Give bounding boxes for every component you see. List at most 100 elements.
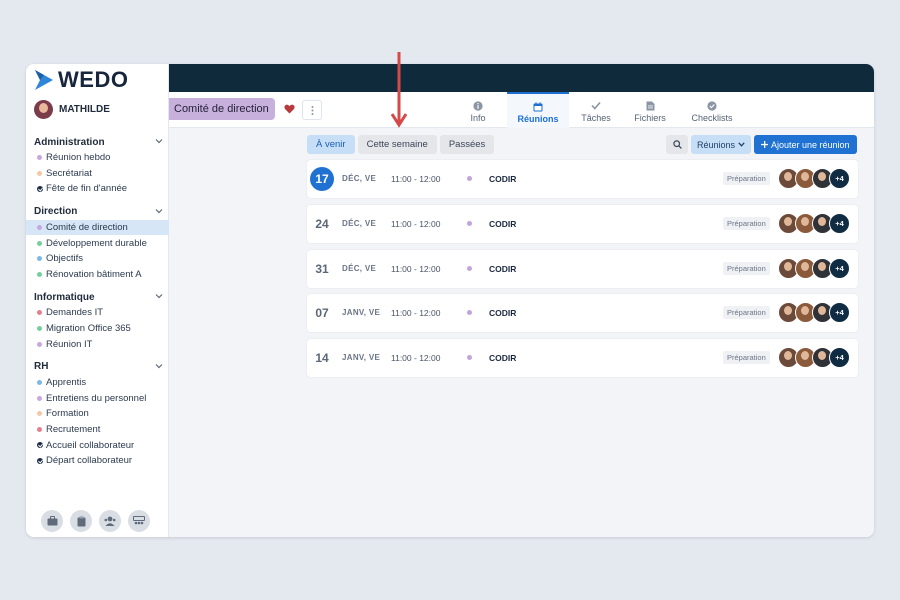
sidebar-item[interactable]: Réunion IT: [26, 336, 169, 352]
workspace-header: Comité de direction Info Réunions Tâches…: [169, 92, 874, 128]
avatar: [34, 99, 53, 119]
tab-fichiers[interactable]: Fichiers: [623, 92, 677, 128]
attendee-avatars[interactable]: +4: [778, 302, 850, 324]
sidebar-group-header[interactable]: RH: [26, 359, 169, 375]
chevron-down-icon[interactable]: [155, 362, 163, 370]
more-attendees-badge: +4: [829, 168, 850, 189]
add-meeting-button[interactable]: Ajouter une réunion: [754, 135, 857, 154]
logo-text: WEDO: [58, 67, 129, 92]
sidebar-item[interactable]: Départ collaborateur: [26, 453, 169, 469]
sidebar-item[interactable]: Migration Office 365: [26, 321, 169, 337]
user-profile[interactable]: MATHILDE: [34, 99, 110, 119]
attendee-avatars[interactable]: +4: [778, 257, 850, 279]
meeting-month: DÉC, VE: [342, 263, 377, 273]
tab-checklists[interactable]: Checklists: [677, 92, 747, 128]
sidebar-item[interactable]: Réunion hebdo: [26, 150, 169, 166]
sidebar-item[interactable]: Entretiens du personnel: [26, 391, 169, 407]
file-icon: [645, 100, 656, 111]
checklist-icon: [707, 100, 718, 111]
sidebar-item[interactable]: Développement durable: [26, 235, 169, 251]
meeting-time: 11:00 - 12:00: [391, 218, 441, 229]
sidebar-item[interactable]: Secrétariat: [26, 166, 169, 182]
status-badge: Préparation: [723, 216, 770, 230]
color-dot-icon: [37, 380, 42, 386]
sidebar-group-title: Direction: [34, 206, 78, 218]
check-circle-icon: [37, 442, 43, 449]
users-icon[interactable]: [99, 510, 121, 532]
chevron-down-icon[interactable]: [155, 207, 163, 215]
status-badge: Préparation: [723, 351, 770, 365]
sidebar-group-header[interactable]: Informatique: [26, 289, 169, 305]
sidebar-item-label: Accueil collaborateur: [46, 439, 135, 451]
meeting-row[interactable]: 14 JANV, VE 11:00 - 12:00 CODIR Préparation +…: [307, 339, 858, 378]
sidebar-item[interactable]: Accueil collaborateur: [26, 437, 169, 453]
sidebar-item-label: Formation: [46, 408, 89, 420]
sidebar-group-header[interactable]: Administration: [26, 134, 169, 150]
sidebar-item-label: Apprentis: [46, 377, 87, 389]
tab-info[interactable]: Info: [449, 92, 507, 128]
chevron-down-icon[interactable]: [155, 137, 163, 145]
filter-cette-semaine-button[interactable]: Cette semaine: [357, 135, 437, 154]
meeting-day: 24: [315, 216, 329, 231]
bottom-toolbar: [41, 510, 150, 532]
meeting-row[interactable]: 07 JANV, VE 11:00 - 12:00 CODIR Préparation +…: [307, 294, 858, 333]
sidebar-item[interactable]: Rénovation bâtiment A: [26, 267, 169, 283]
sidebar-item-label: Secrétariat: [46, 167, 92, 179]
tab-taches[interactable]: Tâches: [569, 92, 623, 128]
meeting-row[interactable]: 17 DÉC, VE 11:00 - 12:00 CODIR Préparation +4: [307, 160, 858, 198]
meeting-title: CODIR: [489, 174, 517, 184]
workspace-title[interactable]: Comité de direction: [169, 98, 275, 120]
sidebar-item[interactable]: Demandes IT: [26, 305, 169, 321]
sidebar-item-label: Demandes IT: [46, 307, 104, 319]
filter-passees-button[interactable]: Passées: [439, 135, 495, 154]
sidebar-item-label: Départ collaborateur: [46, 455, 133, 467]
meeting-month: JANV, VE: [342, 353, 381, 363]
reunions-dropdown[interactable]: Réunions: [691, 135, 752, 154]
color-dot-icon: [37, 310, 42, 316]
color-dot-icon: [37, 170, 42, 176]
sidebar-item[interactable]: Apprentis: [26, 375, 169, 391]
attendee-avatars[interactable]: +4: [778, 168, 850, 189]
sidebar-item[interactable]: Comité de direction: [26, 219, 169, 236]
attendee-avatars[interactable]: +4: [778, 347, 850, 369]
meeting-row[interactable]: 24 DÉC, VE 11:00 - 12:00 CODIR Préparation +4: [307, 204, 858, 243]
meetings-panel: À venir Cette semaine Passées Réunions A…: [169, 128, 874, 537]
sidebar-groups: Administration Réunion hebdo Secrétariat Fê…: [26, 134, 169, 476]
status-badge: Préparation: [723, 172, 770, 185]
meeting-color-dot-icon: [467, 310, 472, 316]
more-attendees-badge: +4: [829, 302, 850, 324]
sidebar-group-header[interactable]: Direction: [26, 204, 169, 220]
more-attendees-badge: +4: [829, 347, 850, 369]
sidebar-item-label: Réunion IT: [46, 338, 93, 350]
sidebar-item[interactable]: Fête de fin d'année: [26, 181, 169, 197]
top-bar: [169, 64, 874, 92]
sidebar-item[interactable]: Formation: [26, 406, 169, 422]
sidebar-group: Direction Comité de direction Développemen…: [26, 204, 169, 282]
briefcase-icon[interactable]: [41, 510, 63, 532]
meeting-list: 17 DÉC, VE 11:00 - 12:00 CODIR Préparation +4…: [307, 160, 858, 384]
attendee-avatars[interactable]: +4: [778, 212, 850, 234]
search-button[interactable]: [666, 135, 688, 154]
user-name: MATHILDE: [59, 103, 110, 115]
more-options-button[interactable]: [302, 100, 322, 120]
meeting-row[interactable]: 31 DÉC, VE 11:00 - 12:00 CODIR Préparation +4: [307, 249, 858, 288]
meeting-filters: À venir Cette semaine Passées: [307, 135, 495, 154]
meeting-title: CODIR: [489, 263, 517, 274]
check-circle-icon: [37, 185, 43, 192]
sidebar-item[interactable]: Recrutement: [26, 422, 169, 438]
clipboard-icon[interactable]: [70, 510, 92, 532]
team-icon[interactable]: [128, 510, 150, 532]
filter-a-venir-button[interactable]: À venir: [307, 135, 355, 154]
sidebar-item[interactable]: Objectifs: [26, 251, 169, 267]
meeting-month: DÉC, VE: [342, 218, 377, 228]
status-badge: Préparation: [723, 261, 770, 275]
chevron-down-icon: [738, 142, 745, 147]
logo[interactable]: WEDO: [34, 67, 128, 93]
meeting-time: 11:00 - 12:00: [391, 174, 441, 184]
tab-reunions[interactable]: Réunions: [507, 92, 569, 128]
chevron-down-icon[interactable]: [155, 292, 163, 300]
sidebar-item-label: Objectifs: [46, 253, 83, 265]
check-icon: [591, 100, 602, 111]
meeting-day: 07: [315, 306, 329, 321]
favorite-heart-icon[interactable]: [280, 100, 298, 118]
